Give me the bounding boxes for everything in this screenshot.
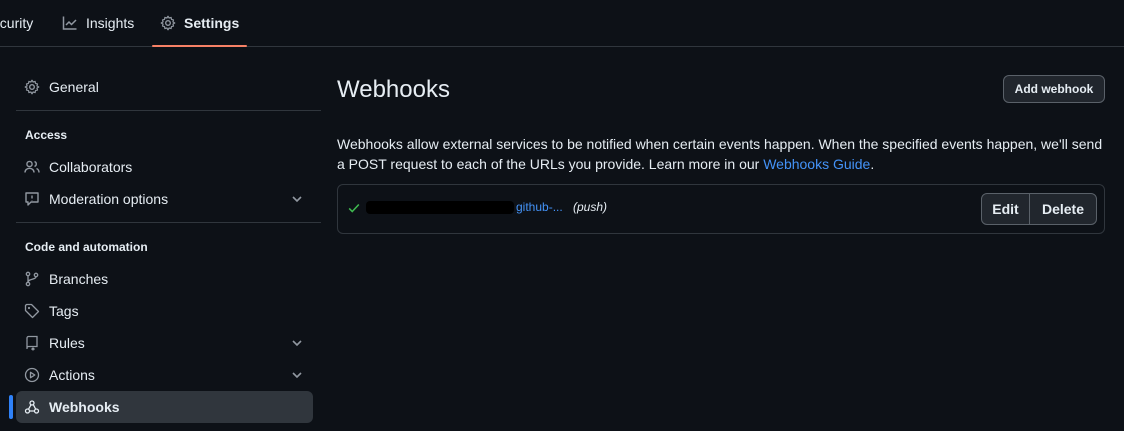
delete-button[interactable]: Delete bbox=[1030, 194, 1096, 224]
sidebar-item-label: General bbox=[49, 79, 99, 95]
webhook-actions: Edit Delete bbox=[981, 193, 1097, 225]
sidebar-item-label: Branches bbox=[49, 271, 109, 287]
graph-icon bbox=[62, 16, 77, 30]
sidebar-item-label: Actions bbox=[49, 367, 95, 383]
tab-settings-label: Settings bbox=[184, 15, 240, 31]
sidebar-item-actions[interactable]: Actions bbox=[16, 359, 313, 391]
tab-security-label: ecurity bbox=[0, 15, 34, 31]
sidebar-item-label: Moderation options bbox=[49, 191, 169, 207]
sidebar-item-tags[interactable]: Tags bbox=[16, 295, 313, 327]
sidebar-item-label: Collaborators bbox=[49, 159, 133, 175]
sidebar-item-collaborators[interactable]: Collaborators bbox=[16, 151, 313, 183]
repo-tab-bar: ecurity Insights Settings bbox=[0, 0, 1124, 47]
active-indicator bbox=[9, 395, 13, 419]
sidebar-item-label: Webhooks bbox=[49, 399, 120, 415]
tab-insights[interactable]: Insights bbox=[62, 0, 134, 46]
sidebar-divider bbox=[16, 110, 321, 111]
gear-icon bbox=[24, 79, 40, 95]
webhook-url-link[interactable]: github-... bbox=[516, 200, 563, 214]
description-end: . bbox=[870, 156, 875, 172]
gear-icon bbox=[160, 15, 176, 31]
sidebar-heading-code-automation: Code and automation bbox=[25, 240, 148, 254]
webhooks-description: Webhooks allow external services to be n… bbox=[337, 134, 1105, 174]
sidebar-item-branches[interactable]: Branches bbox=[16, 263, 313, 295]
tab-settings[interactable]: Settings bbox=[152, 0, 248, 47]
redacted-url bbox=[366, 201, 514, 214]
sidebar-divider bbox=[16, 222, 321, 223]
webhook-list-item: github-... (push) Edit Delete bbox=[337, 184, 1105, 234]
webhooks-guide-link[interactable]: Webhooks Guide bbox=[763, 156, 870, 172]
webhook-events: (push) bbox=[573, 200, 608, 214]
play-icon bbox=[24, 367, 40, 383]
sidebar-item-label: Tags bbox=[49, 303, 79, 319]
report-icon bbox=[24, 191, 40, 207]
people-icon bbox=[24, 159, 40, 175]
tab-insights-label: Insights bbox=[86, 15, 135, 31]
description-line-1: Webhooks allow external services to be n… bbox=[337, 136, 1103, 152]
sidebar-item-label: Rules bbox=[49, 335, 85, 351]
add-webhook-button[interactable]: Add webhook bbox=[1003, 75, 1105, 103]
sidebar-item-moderation[interactable]: Moderation options bbox=[16, 183, 313, 215]
webhook-icon bbox=[24, 399, 40, 415]
sidebar-heading-access: Access bbox=[25, 128, 68, 142]
settings-sidebar: General Access Collaborators Moderation … bbox=[0, 47, 330, 431]
repo-push-icon bbox=[24, 335, 40, 351]
page-title: Webhooks bbox=[337, 76, 450, 103]
description-line-2: a POST request to each of the URLs you p… bbox=[337, 156, 764, 172]
chevron-down-icon[interactable] bbox=[289, 335, 305, 351]
tab-security[interactable]: ecurity bbox=[0, 0, 33, 46]
chevron-down-icon[interactable] bbox=[289, 367, 305, 383]
sidebar-item-webhooks[interactable]: Webhooks bbox=[16, 391, 313, 423]
chevron-down-icon[interactable] bbox=[289, 191, 305, 207]
sidebar-item-general[interactable]: General bbox=[16, 71, 313, 103]
sidebar-item-rules[interactable]: Rules bbox=[16, 327, 313, 359]
edit-button[interactable]: Edit bbox=[982, 194, 1030, 224]
git-branch-icon bbox=[24, 271, 40, 287]
tag-icon bbox=[24, 303, 40, 319]
check-icon bbox=[348, 203, 360, 213]
